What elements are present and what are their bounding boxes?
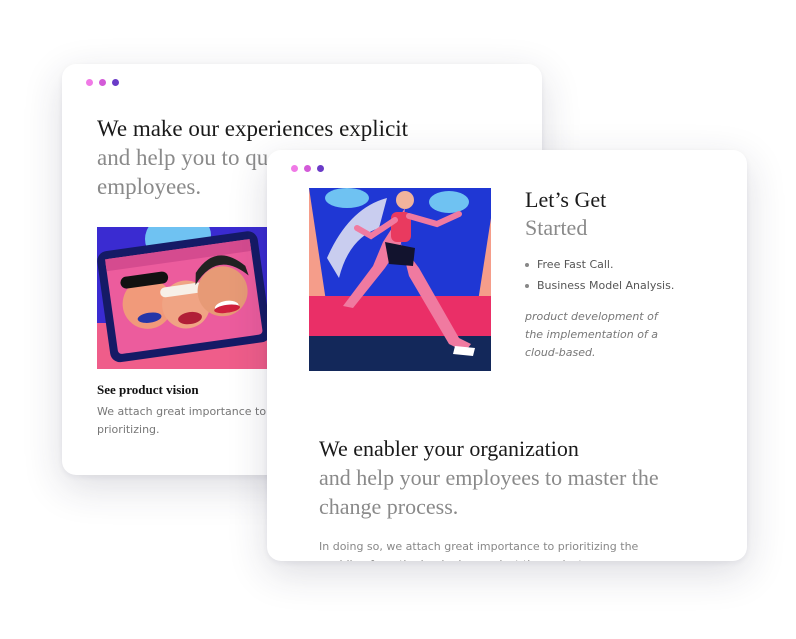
get-started-title-dark: Let’s Get <box>525 187 607 212</box>
get-started-title-muted: Started <box>525 215 588 240</box>
get-started-title: Let’s Get Started <box>525 186 606 242</box>
back-heading-dark: We make our experiences explicit <box>97 116 409 141</box>
window-controls <box>291 165 324 172</box>
window-dot-purple[interactable] <box>112 79 119 86</box>
feature-item: Free Fast Call. <box>525 254 674 275</box>
enabler-heading-muted: and help your employees to master the ch… <box>319 465 659 519</box>
window-dot-pink[interactable] <box>86 79 93 86</box>
enabler-heading-dark: We enabler your organization <box>319 436 579 461</box>
runner-illustration-svg <box>309 188 491 371</box>
product-note: product development of the implementatio… <box>525 310 659 359</box>
product-vision-description: We attach great importance to prioritizi… <box>97 405 267 436</box>
window-dot-purple[interactable] <box>317 165 324 172</box>
window-dot-magenta[interactable] <box>99 79 106 86</box>
front-window-card: Let’s Get Started Free Fast Call. Busine… <box>267 150 747 561</box>
window-controls <box>86 79 119 86</box>
product-vision-title: See product vision <box>97 382 199 397</box>
enabler-heading: We enabler your organization and help yo… <box>319 434 739 521</box>
feature-label: Business Model Analysis. <box>537 279 675 292</box>
bullet-icon <box>525 262 529 267</box>
window-dot-pink[interactable] <box>291 165 298 172</box>
bullet-icon <box>525 283 529 288</box>
selfie-illustration <box>97 227 267 369</box>
window-dot-magenta[interactable] <box>304 165 311 172</box>
feature-item: Business Model Analysis. <box>525 275 674 296</box>
enabler-paragraph: In doing so, we attach great importance … <box>319 540 639 561</box>
feature-list: Free Fast Call. Business Model Analysis. <box>525 254 674 296</box>
selfie-illustration-svg <box>97 227 267 369</box>
runner-illustration <box>309 188 491 371</box>
feature-label: Free Fast Call. <box>537 258 614 271</box>
